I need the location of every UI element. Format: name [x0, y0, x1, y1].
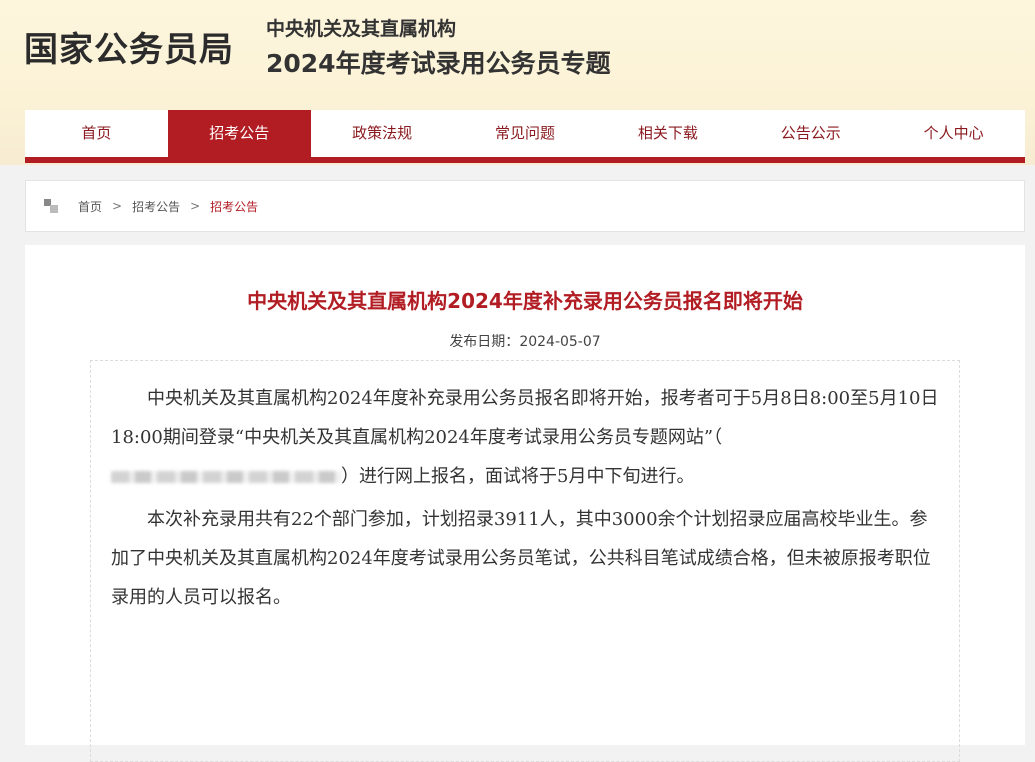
nav-item-personal-center[interactable]: 个人中心	[882, 110, 1025, 157]
breadcrumb-section[interactable]: 招考公告	[132, 198, 180, 215]
nav-item-downloads[interactable]: 相关下载	[596, 110, 739, 157]
nav-item-notices[interactable]: 公告公示	[739, 110, 882, 157]
redacted-url	[111, 471, 341, 483]
article-container: 中央机关及其直属机构2024年度补充录用公务员报名即将开始 发布日期：2024-…	[25, 245, 1025, 762]
nav-item-announcements[interactable]: 招考公告	[167, 110, 311, 157]
site-header: 国家公务员局 中央机关及其直属机构 2024年度考试录用公务员专题 首页 招考公…	[0, 0, 1035, 165]
breadcrumb: 首页 > 招考公告 > 招考公告	[25, 180, 1025, 232]
paragraph-text: ）进行网上报名，面试将于5月中下旬进行。	[341, 466, 695, 487]
publish-date-value: 2024-05-07	[519, 334, 601, 350]
nav-item-faq[interactable]: 常见问题	[454, 110, 597, 157]
breadcrumb-home[interactable]: 首页	[78, 198, 102, 215]
breadcrumb-current: 招考公告	[210, 199, 259, 214]
publish-date-label: 发布日期：	[449, 334, 520, 350]
nav-item-policies[interactable]: 政策法规	[311, 110, 454, 157]
header-title: 2024年度考试录用公务员专题	[266, 49, 611, 78]
article-body: 中央机关及其直属机构2024年度补充录用公务员报名即将开始，报考者可于5月8日8…	[90, 360, 960, 762]
site-logo[interactable]: 国家公务员局	[24, 22, 234, 71]
article-paragraph: 中央机关及其直属机构2024年度补充录用公务员报名即将开始，报考者可于5月8日8…	[91, 379, 959, 496]
publish-date: 发布日期：2024-05-07	[25, 331, 1025, 351]
breadcrumb-separator: >	[112, 199, 123, 213]
article-title: 中央机关及其直属机构2024年度补充录用公务员报名即将开始	[247, 289, 803, 313]
main-nav: 首页 招考公告 政策法规 常见问题 相关下载 公告公示 个人中心	[25, 110, 1025, 163]
article-paragraph: 本次补充录用共有22个部门参加，计划招录3911人，其中3000余个计划招录应届…	[111, 509, 931, 608]
header-subtitle: 中央机关及其直属机构	[266, 18, 457, 40]
paragraph-text: 中央机关及其直属机构2024年度补充录用公务员报名即将开始，报考者可于5月8日8…	[111, 388, 939, 448]
location-icon	[44, 199, 58, 213]
nav-item-home[interactable]: 首页	[25, 110, 168, 157]
breadcrumb-separator: >	[190, 199, 201, 213]
